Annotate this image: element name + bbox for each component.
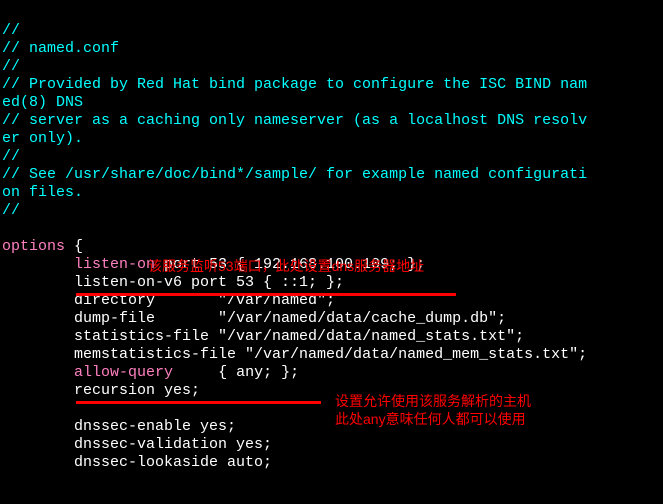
comment-line-wrap: ed(8) DNS <box>2 94 83 111</box>
comment-line: // server as a caching only nameserver (… <box>2 112 587 129</box>
listen-on-keyword: listen-on <box>74 256 155 273</box>
allow-query-value: { any; }; <box>218 364 299 381</box>
underline-listen-on <box>76 293 456 296</box>
indent <box>2 274 74 291</box>
recursion-line: recursion yes; <box>74 382 200 399</box>
indent <box>2 346 74 363</box>
indent <box>2 256 74 273</box>
comment-line: // <box>2 202 20 219</box>
dnssec-lookaside-line: dnssec-lookaside auto; <box>74 454 272 471</box>
allow-query-keyword: allow-query <box>74 364 173 381</box>
indent <box>2 418 74 435</box>
annotation-allow-query-1: 设置允许使用该服务解析的主机 <box>335 393 531 410</box>
comment-line-wrap: on files. <box>2 184 83 201</box>
memstatistics-file-line: memstatistics-file "/var/named/data/name… <box>74 346 587 363</box>
annotation-listen-on: 该服务监听53端口，此处设置dns服务器地址 <box>148 258 424 275</box>
indent <box>2 364 74 381</box>
options-keyword: options <box>2 238 65 255</box>
underline-allow-query <box>76 401 321 404</box>
indent <box>2 382 74 399</box>
comment-line: // Provided by Red Hat bind package to c… <box>2 76 587 93</box>
annotation-allow-query-2: 此处any意味任何人都可以使用 <box>335 411 526 428</box>
indent <box>2 310 74 327</box>
indent <box>2 436 74 453</box>
comment-line-wrap: er only). <box>2 130 83 147</box>
config-code-block: // // named.conf // // Provided by Red H… <box>0 0 663 476</box>
comment-line: // <box>2 148 20 165</box>
listen-on-v6-line: listen-on-v6 port 53 { ::1; }; <box>74 274 344 291</box>
comment-line: // <box>2 58 20 75</box>
brace: { <box>65 238 83 255</box>
statistics-file-line: statistics-file "/var/named/data/named_s… <box>74 328 524 345</box>
indent <box>2 328 74 345</box>
dnssec-validation-line: dnssec-validation yes; <box>74 436 272 453</box>
indent <box>2 292 74 309</box>
indent <box>2 454 74 471</box>
comment-line: // named.conf <box>2 40 119 57</box>
dnssec-enable-line: dnssec-enable yes; <box>74 418 236 435</box>
dump-file-kw: dump-file <box>74 310 155 327</box>
comment-line: // See /usr/share/doc/bind*/sample/ for … <box>2 166 587 183</box>
comment-line: // <box>2 22 20 39</box>
dump-file-val: "/var/named/data/cache_dump.db"; <box>218 310 506 327</box>
